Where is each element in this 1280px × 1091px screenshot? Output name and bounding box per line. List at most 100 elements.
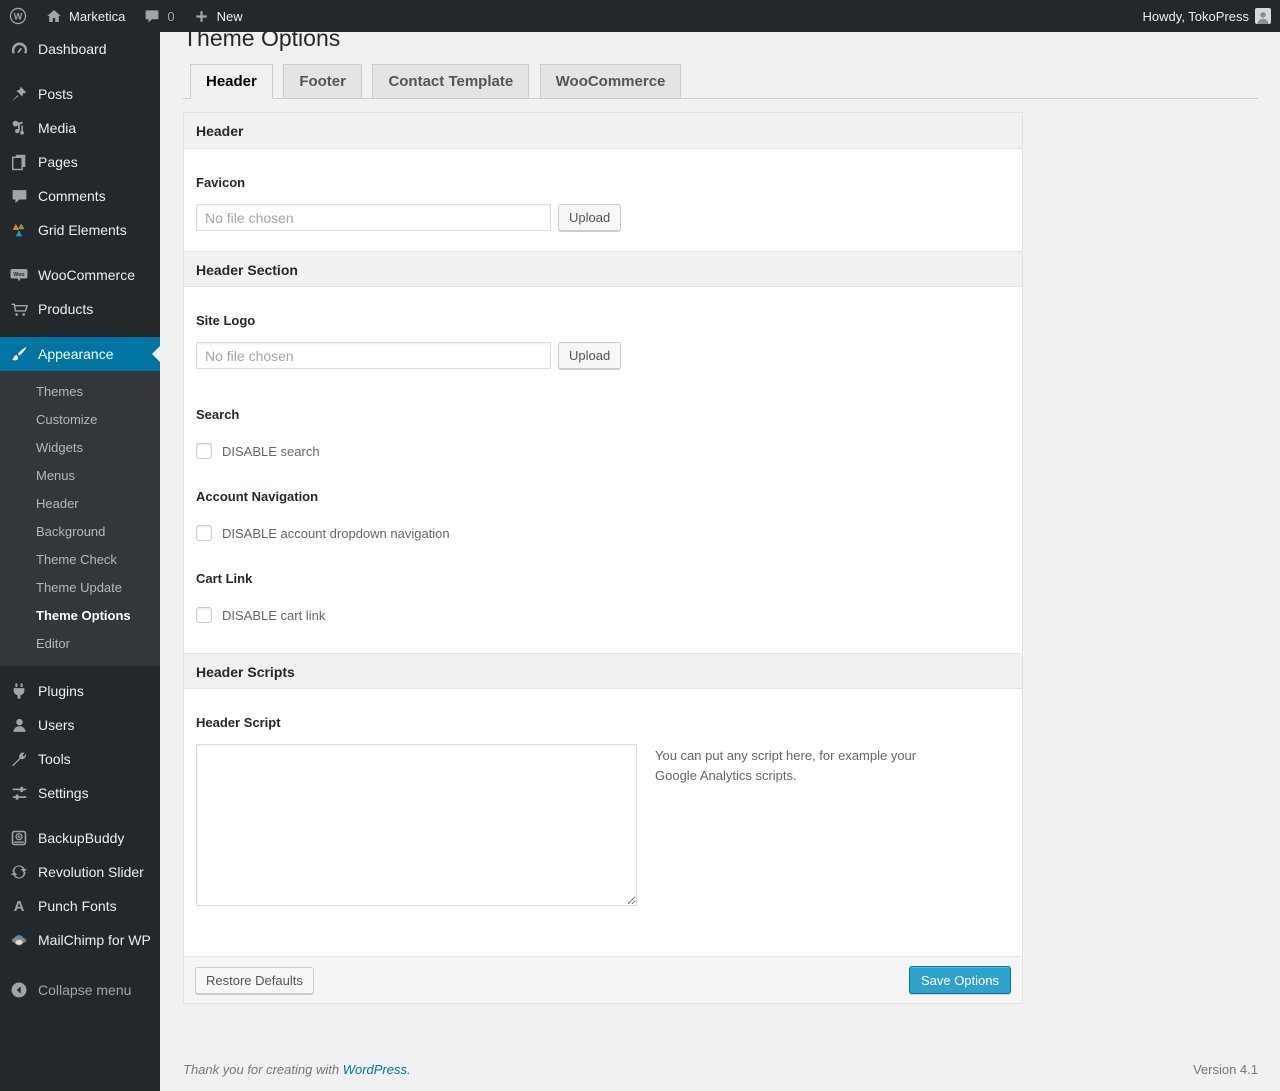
section-header: Header [184,113,1022,149]
comment-count: 0 [167,8,175,24]
sidebar-item-label: Settings [38,785,89,801]
site-logo-file-input[interactable] [196,342,551,369]
grid-elements-icon [9,220,29,240]
section-header-scripts-body: Header Script You can put any script her… [184,715,1022,956]
admin-sidebar: Dashboard Posts Media Pages Comments Gri… [0,32,160,1091]
svg-text:W: W [14,12,23,22]
appearance-brush-icon [9,344,29,364]
disable-cart-link-label: DISABLE cart link [222,607,326,623]
footer-thanks-text: Thank you for creating with WordPress. [183,1062,411,1077]
page-footer: Thank you for creating with WordPress. V… [183,1062,1258,1077]
sidebar-item-revolution-slider[interactable]: Revolution Slider [0,855,160,889]
comments-bubble[interactable]: 0 [134,0,183,32]
submenu-item-header[interactable]: Header [0,489,160,517]
disable-account-nav-label: DISABLE account dropdown navigation [222,525,450,541]
submenu-item-menus[interactable]: Menus [0,461,160,489]
sidebar-item-pages[interactable]: Pages [0,145,160,179]
tab-header[interactable]: Header [190,64,273,99]
admin-bar: W Marketica 0 New Howdy, TokoPress [0,0,1280,32]
comments-icon [9,186,29,206]
wrench-icon [9,749,29,769]
theme-options-panel: Header Favicon Upload Header Section Sit… [183,112,1023,1004]
sidebar-item-settings[interactable]: Settings [0,776,160,810]
search-label: Search [196,407,240,422]
submenu-item-customize[interactable]: Customize [0,405,160,433]
save-options-button[interactable]: Save Options [908,966,1011,994]
submenu-item-theme-update[interactable]: Theme Update [0,573,160,601]
submenu-item-theme-check[interactable]: Theme Check [0,545,160,573]
sidebar-item-backupbuddy[interactable]: BackupBuddy [0,821,160,855]
site-link[interactable]: Marketica [36,0,134,32]
sidebar-item-products[interactable]: Products [0,292,160,326]
section-header-section: Header Section [184,251,1022,287]
disable-cart-link-row: DISABLE cart link [196,607,1010,623]
header-script-label: Header Script [196,715,281,730]
sidebar-item-woocommerce[interactable]: Woo WooCommerce [0,258,160,292]
wordpress-link[interactable]: WordPress. [343,1062,411,1077]
collapse-menu-label: Collapse menu [38,982,132,998]
sidebar-item-users[interactable]: Users [0,708,160,742]
submenu-item-theme-options[interactable]: Theme Options [0,601,160,629]
sidebar-item-label: Media [38,120,77,136]
sidebar-item-plugins[interactable]: Plugins [0,674,160,708]
mailchimp-monkey-icon [9,930,29,950]
pushpin-icon [9,84,29,104]
backupbuddy-icon [9,828,29,848]
sidebar-item-appearance[interactable]: Appearance [0,337,160,371]
settings-sliders-icon [9,783,29,803]
tab-bar: Header Footer Contact Template WooCommer… [183,63,1258,99]
submenu-item-widgets[interactable]: Widgets [0,433,160,461]
disable-cart-link-checkbox[interactable] [196,607,212,623]
disable-search-checkbox[interactable] [196,443,212,459]
cart-icon [9,299,29,319]
plus-icon [193,7,211,25]
favicon-file-input[interactable] [196,204,551,231]
tab-footer[interactable]: Footer [283,64,362,99]
collapse-menu-button[interactable]: Collapse menu [0,973,160,1007]
sidebar-item-label: Comments [38,188,106,204]
new-content-menu[interactable]: New [184,0,252,32]
submenu-item-themes[interactable]: Themes [0,377,160,405]
avatar [1255,8,1271,24]
disable-search-label: DISABLE search [222,443,320,459]
cart-link-label: Cart Link [196,571,253,586]
circular-arrows-icon [9,862,29,882]
plugin-icon [9,681,29,701]
site-logo-label: Site Logo [196,313,256,328]
restore-defaults-button[interactable]: Restore Defaults [195,966,314,994]
sidebar-item-label: Dashboard [38,41,107,57]
footer-version: Version 4.1 [1192,1062,1258,1077]
favicon-upload-button[interactable]: Upload [558,204,622,231]
submenu-item-editor[interactable]: Editor [0,629,160,657]
footer-thanks-prefix: Thank you for creating with [183,1062,343,1077]
sidebar-item-grid-elements[interactable]: Grid Elements [0,213,160,247]
user-icon [9,715,29,735]
section-header-scripts: Header Scripts [184,653,1022,689]
sidebar-item-label: Revolution Slider [38,864,144,880]
dashboard-icon [9,39,29,59]
sidebar-item-label: MailChimp for WP [38,932,151,948]
wordpress-logo-menu[interactable]: W [0,0,36,32]
section-header-section-body: Site Logo Upload Search DISABLE search A… [184,313,1022,653]
sidebar-item-comments[interactable]: Comments [0,179,160,213]
sidebar-item-mailchimp[interactable]: MailChimp for WP [0,923,160,957]
media-icon [9,118,29,138]
svg-text:Woo: Woo [13,272,24,278]
tab-woocommerce[interactable]: WooCommerce [539,64,682,99]
sidebar-item-punch-fonts[interactable]: A Punch Fonts [0,889,160,923]
site-logo-upload-button[interactable]: Upload [558,342,622,369]
sidebar-item-label: Products [38,301,94,317]
header-script-textarea[interactable] [196,744,637,906]
sidebar-item-tools[interactable]: Tools [0,742,160,776]
howdy-text: Howdy, TokoPress [1142,8,1249,24]
submenu-item-background[interactable]: Background [0,517,160,545]
woocommerce-icon: Woo [9,265,29,285]
tab-contact-template[interactable]: Contact Template [372,64,530,99]
disable-account-nav-checkbox[interactable] [196,525,212,541]
main-content: Theme Options Header Footer Contact Temp… [160,0,1280,1077]
sidebar-item-posts[interactable]: Posts [0,77,160,111]
comment-bubble-icon [143,7,161,25]
my-account-menu[interactable]: Howdy, TokoPress [1134,0,1280,32]
sidebar-item-dashboard[interactable]: Dashboard [0,32,160,66]
sidebar-item-media[interactable]: Media [0,111,160,145]
